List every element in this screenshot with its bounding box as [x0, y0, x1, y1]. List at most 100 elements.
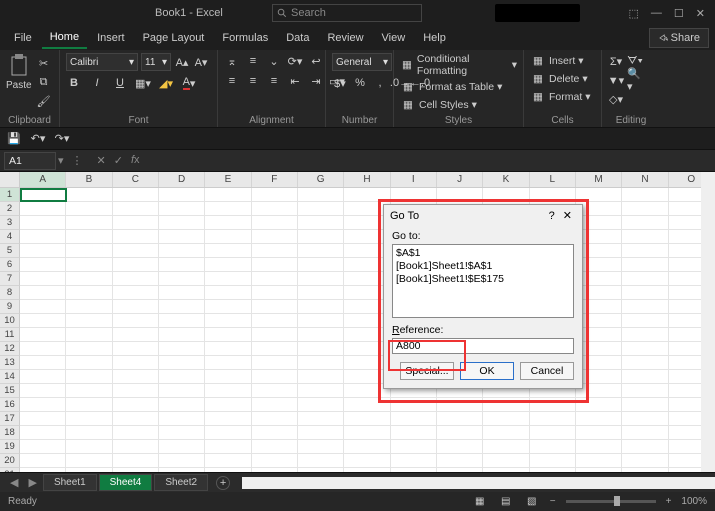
cell[interactable] — [66, 244, 112, 258]
cell[interactable] — [622, 440, 668, 454]
column-header[interactable]: E — [205, 172, 251, 187]
align-top-icon[interactable]: ⌅ — [224, 53, 240, 69]
row-header[interactable]: 12 — [0, 342, 20, 356]
cell[interactable] — [205, 202, 251, 216]
cancel-formula-icon[interactable]: ✕ — [97, 154, 106, 167]
row-header[interactable]: 1 — [0, 188, 20, 202]
cell[interactable] — [344, 468, 390, 472]
cell[interactable] — [622, 468, 668, 472]
cell[interactable] — [159, 216, 205, 230]
cell[interactable] — [113, 300, 159, 314]
underline-icon[interactable]: U — [112, 75, 128, 91]
font-color-icon[interactable]: A▾ — [181, 75, 197, 91]
cell[interactable] — [576, 412, 622, 426]
fill-icon[interactable]: ▼▾ — [608, 72, 624, 88]
cell[interactable] — [298, 244, 344, 258]
row-header[interactable]: 2 — [0, 202, 20, 216]
cell[interactable] — [113, 384, 159, 398]
cell[interactable] — [252, 272, 298, 286]
cell[interactable] — [252, 300, 298, 314]
row-header[interactable]: 4 — [0, 230, 20, 244]
cell[interactable] — [205, 356, 251, 370]
cell[interactable] — [252, 454, 298, 468]
border-icon[interactable]: ▦▾ — [135, 75, 151, 91]
cell[interactable] — [205, 188, 251, 202]
cell[interactable] — [20, 356, 66, 370]
cell[interactable] — [622, 398, 668, 412]
cell[interactable] — [391, 398, 437, 412]
cell[interactable] — [530, 398, 576, 412]
column-header[interactable]: A — [20, 172, 66, 187]
cell[interactable] — [622, 258, 668, 272]
tab-page-layout[interactable]: Page Layout — [135, 28, 213, 48]
vertical-scrollbar[interactable] — [701, 172, 715, 472]
cell[interactable] — [20, 286, 66, 300]
cell[interactable] — [483, 426, 529, 440]
cell[interactable] — [159, 272, 205, 286]
percent-icon[interactable]: % — [352, 75, 368, 91]
cell[interactable] — [113, 398, 159, 412]
cell[interactable] — [576, 426, 622, 440]
cell[interactable] — [113, 202, 159, 216]
row-header[interactable]: 13 — [0, 356, 20, 370]
cell[interactable] — [483, 440, 529, 454]
row-header[interactable]: 21 — [0, 468, 20, 472]
cell[interactable] — [113, 244, 159, 258]
cell[interactable] — [483, 412, 529, 426]
font-size-dropdown[interactable]: 11▾ — [141, 53, 171, 71]
minimize-icon[interactable]: — — [651, 7, 662, 20]
cell[interactable] — [113, 342, 159, 356]
cell[interactable] — [437, 454, 483, 468]
cell[interactable] — [298, 286, 344, 300]
column-headers[interactable]: ABCDEFGHIJKLMNO — [20, 172, 715, 188]
delete-cells-button[interactable]: ▦Delete▾ — [530, 71, 588, 87]
cell[interactable] — [344, 188, 390, 202]
cell[interactable] — [530, 426, 576, 440]
fill-color-icon[interactable]: ◢▾ — [158, 75, 174, 91]
cell[interactable] — [298, 328, 344, 342]
cell[interactable] — [622, 370, 668, 384]
cell[interactable] — [20, 454, 66, 468]
orientation-icon[interactable]: ⟳▾ — [287, 53, 303, 69]
cell[interactable] — [159, 370, 205, 384]
cell[interactable] — [622, 412, 668, 426]
cell[interactable] — [622, 272, 668, 286]
cell[interactable] — [252, 370, 298, 384]
normal-view-icon[interactable]: ▦ — [472, 494, 488, 510]
cell[interactable] — [298, 314, 344, 328]
row-header[interactable]: 7 — [0, 272, 20, 286]
cell[interactable] — [205, 384, 251, 398]
user-badge[interactable] — [495, 4, 580, 22]
cell[interactable] — [483, 454, 529, 468]
copy-icon[interactable]: ⧉ — [36, 74, 52, 90]
cell[interactable] — [483, 188, 529, 202]
cell[interactable] — [159, 398, 205, 412]
cell[interactable] — [66, 342, 112, 356]
cell[interactable] — [205, 230, 251, 244]
cell[interactable] — [113, 426, 159, 440]
cell[interactable] — [576, 398, 622, 412]
sheet-tab[interactable]: Sheet4 — [99, 474, 153, 491]
dialog-close-icon[interactable]: ✕ — [559, 209, 576, 222]
format-painter-icon[interactable]: 🖌 — [36, 93, 52, 109]
cell[interactable] — [20, 202, 66, 216]
cell[interactable] — [298, 356, 344, 370]
cell[interactable] — [344, 412, 390, 426]
search-box[interactable]: Search — [272, 4, 422, 22]
cell[interactable] — [159, 328, 205, 342]
cell[interactable] — [622, 342, 668, 356]
cell[interactable] — [20, 272, 66, 286]
spreadsheet-grid[interactable]: ABCDEFGHIJKLMNO 123456789101112131415161… — [0, 172, 715, 472]
cell[interactable] — [159, 384, 205, 398]
cell[interactable] — [298, 300, 344, 314]
cell[interactable] — [113, 440, 159, 454]
sheet-tab[interactable]: Sheet1 — [43, 474, 97, 491]
cell[interactable] — [252, 468, 298, 472]
cell[interactable] — [113, 454, 159, 468]
cell[interactable] — [344, 440, 390, 454]
page-break-view-icon[interactable]: ▧ — [524, 494, 540, 510]
redo-icon[interactable]: ↷▾ — [54, 131, 70, 147]
autosum-icon[interactable]: Σ▾ — [608, 53, 624, 69]
name-box[interactable]: A1 — [4, 152, 56, 170]
decrease-indent-icon[interactable]: ⇤ — [287, 73, 303, 89]
